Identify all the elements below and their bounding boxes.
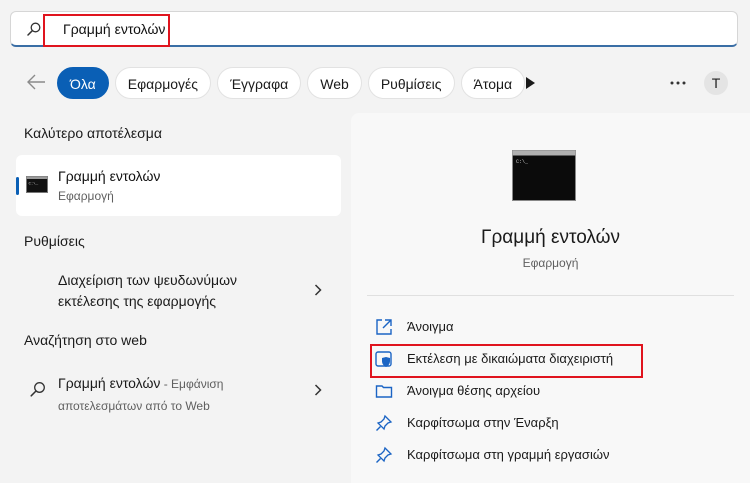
- more-options-icon[interactable]: [670, 81, 686, 85]
- best-match-heading: Καλύτερο αποτέλεσμα: [24, 125, 162, 141]
- tab-apps[interactable]: Εφαρμογές: [114, 67, 212, 99]
- setting-result-item[interactable]: Διαχείριση των ψευδωνύμων εκτέλεσης της …: [16, 262, 341, 318]
- tab-all[interactable]: Όλα: [57, 67, 109, 99]
- tab-settings[interactable]: Ρυθμίσεις: [367, 67, 455, 99]
- web-search-text: Γραμμή εντολών - Εμφάνιση αποτελεσμάτων …: [58, 373, 298, 417]
- folder-icon: [375, 385, 393, 398]
- app-title: Γραμμή εντολών: [481, 227, 620, 248]
- settings-heading: Ρυθμίσεις: [24, 233, 85, 249]
- play-icon[interactable]: [525, 77, 535, 89]
- search-icon: [27, 22, 41, 36]
- chevron-right-icon: [314, 384, 322, 396]
- action-open-label: Άνοιγμα: [407, 319, 454, 334]
- filter-tabs: Όλα Εφαρμογές Έγγραφα Web Ρυθμίσεις Άτομ…: [57, 67, 526, 99]
- best-match-type: Εφαρμογή: [58, 189, 114, 203]
- tab-web[interactable]: Web: [307, 67, 362, 99]
- chevron-right-icon: [314, 284, 322, 296]
- setting-result-label: Διαχείριση των ψευδωνύμων εκτέλεσης της …: [58, 272, 238, 309]
- details-pane: C:\_ Γραμμή εντολών Εφαρμογή Άνοιγμα Εκτ…: [351, 113, 750, 483]
- open-external-icon: [376, 319, 392, 335]
- web-search-heading: Αναζήτηση στο web: [24, 332, 147, 348]
- action-pin-to-taskbar[interactable]: Καρφίτσωμα στη γραμμή εργασιών: [375, 443, 715, 467]
- command-prompt-icon: C:\_: [26, 176, 48, 193]
- app-type: Εφαρμογή: [522, 256, 579, 270]
- back-arrow-icon[interactable]: [26, 73, 46, 91]
- web-search-result[interactable]: Γραμμή εντολών - Εμφάνιση αποτελεσμάτων …: [16, 365, 341, 413]
- pin-icon: [376, 446, 393, 463]
- action-pin-to-start-label: Καρφίτσωμα στην Έναρξη: [407, 415, 559, 430]
- search-highlight-box: [43, 14, 170, 47]
- best-match-card[interactable]: C:\_ Γραμμή εντολών Εφαρμογή: [16, 155, 341, 216]
- account-avatar[interactable]: T: [704, 71, 728, 95]
- action-open-file-location[interactable]: Άνοιγμα θέσης αρχείου: [375, 379, 715, 403]
- pin-icon: [376, 414, 393, 431]
- svg-text:C:\_: C:\_: [29, 182, 39, 187]
- web-search-query: Γραμμή εντολών: [58, 375, 161, 391]
- action-pin-to-start[interactable]: Καρφίτσωμα στην Έναρξη: [375, 411, 715, 435]
- action-open[interactable]: Άνοιγμα: [375, 315, 715, 339]
- svg-text:C:\_: C:\_: [516, 159, 529, 165]
- divider: [367, 295, 734, 296]
- tab-documents[interactable]: Έγγραφα: [217, 67, 302, 99]
- best-match-name: Γραμμή εντολών: [58, 168, 161, 184]
- action-pin-to-taskbar-label: Καρφίτσωμα στη γραμμή εργασιών: [407, 447, 610, 462]
- search-icon: [30, 382, 45, 397]
- action-open-file-location-label: Άνοιγμα θέσης αρχείου: [407, 383, 541, 398]
- run-as-admin-highlight-box: [370, 344, 643, 378]
- tab-people[interactable]: Άτομα: [460, 67, 526, 99]
- selection-indicator: [16, 177, 19, 195]
- command-prompt-icon: C:\_: [512, 150, 576, 201]
